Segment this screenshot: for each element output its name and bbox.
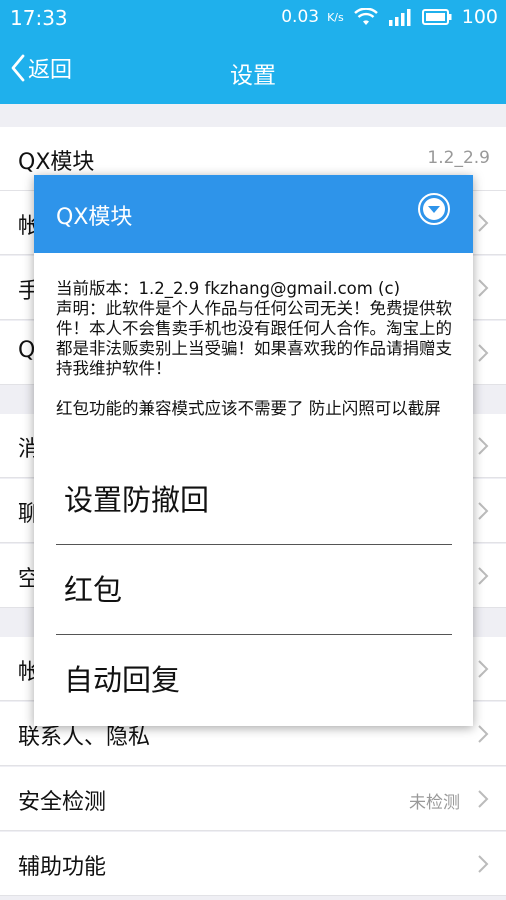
option-red-packet[interactable]: 红包 — [56, 545, 452, 635]
chevron-right-icon — [478, 279, 489, 297]
battery-level: 100 — [461, 6, 498, 28]
chevron-right-icon — [478, 344, 489, 362]
settings-row-accessibility[interactable]: 辅助功能 — [0, 832, 506, 896]
option-label: 红包 — [64, 573, 123, 607]
row-label: 安全检测 — [18, 790, 107, 815]
chevron-right-icon — [478, 790, 489, 808]
row-value: 1.2_2.9 — [427, 148, 490, 168]
title-bar: 返回 设置 — [0, 36, 506, 104]
status-indicators: 0.03 K/s 100 — [281, 6, 498, 28]
chevron-right-icon — [478, 437, 489, 455]
chevron-right-icon — [478, 725, 489, 743]
dialog-title: QX模块 — [56, 205, 133, 230]
chevron-right-icon — [478, 567, 489, 585]
option-auto-reply[interactable]: 自动回复 — [56, 635, 452, 725]
signal-icon — [388, 8, 412, 26]
row-label: QX模块 — [18, 150, 95, 175]
qx-module-dialog: QX模块 当前版本：1.2_2.9 fkzhang@gmail.com (c) … — [34, 175, 473, 726]
chevron-right-icon — [478, 660, 489, 678]
status-time: 17:33 — [10, 6, 68, 30]
chevron-down-circle-icon[interactable] — [417, 192, 451, 226]
row-label: 辅助功能 — [18, 855, 107, 880]
option-anti-recall[interactable]: 设置防撤回 — [56, 455, 452, 545]
chevron-right-icon — [478, 855, 489, 873]
page-title: 设置 — [230, 63, 276, 89]
dialog-message: 当前版本：1.2_2.9 fkzhang@gmail.com (c) 声明：此软… — [56, 279, 452, 418]
net-speed: 0.03 — [281, 7, 320, 27]
row-value: 未检测 — [409, 793, 460, 813]
option-label: 自动回复 — [64, 663, 181, 697]
option-label: 设置防撤回 — [64, 483, 210, 517]
chevron-right-icon — [478, 502, 489, 520]
net-speed-unit: K/s — [327, 10, 344, 24]
battery-icon — [421, 8, 452, 26]
status-bar: 17:33 0.03 K/s 100 — [0, 0, 506, 36]
row-label: Q — [18, 338, 36, 363]
chevron-right-icon — [478, 214, 489, 232]
wifi-icon — [353, 8, 378, 26]
settings-row-security-check[interactable]: 安全检测 未检测 — [0, 767, 506, 831]
dialog-header: QX模块 — [34, 175, 473, 253]
